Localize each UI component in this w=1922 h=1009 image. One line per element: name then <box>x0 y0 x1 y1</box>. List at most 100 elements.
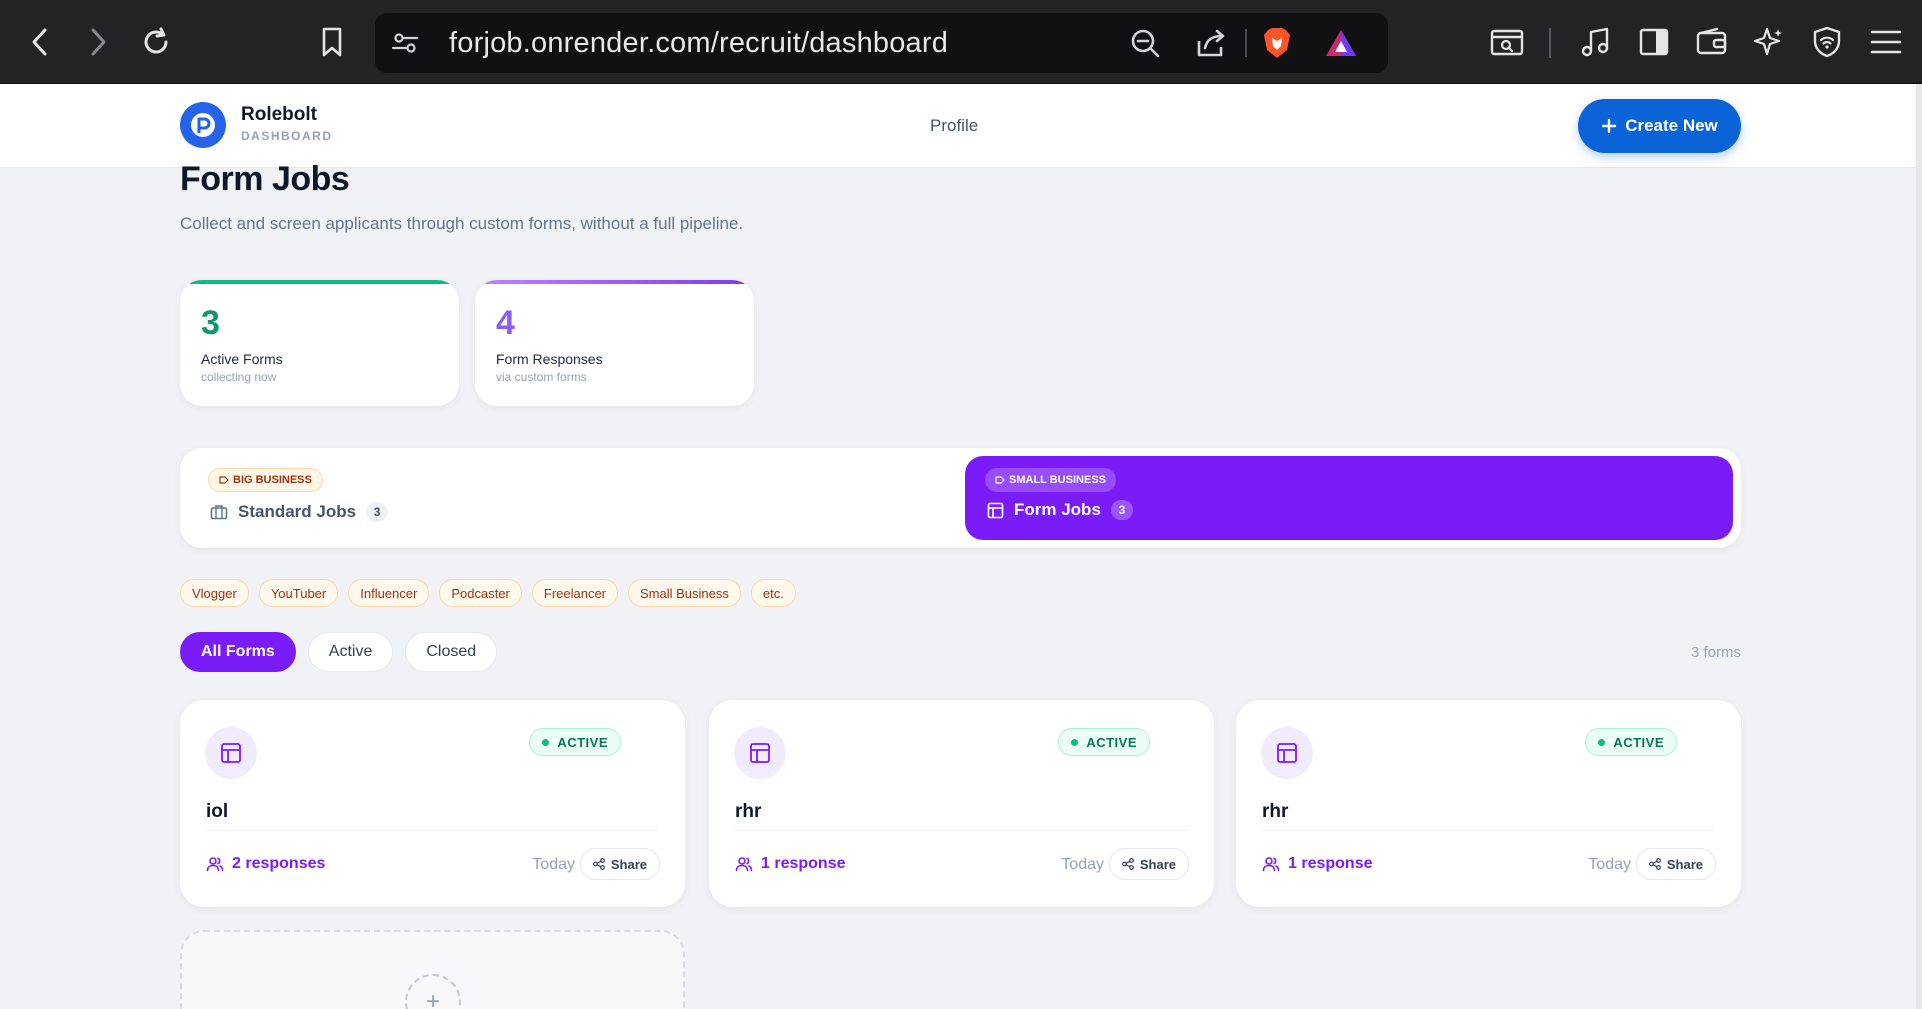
address-bar-divider <box>1245 29 1247 57</box>
app-header: Rolebolt DASHBOARD Profile Create New <box>0 84 1916 168</box>
tag-small-business: Small Business <box>628 579 741 607</box>
tag-vlogger: Vlogger <box>180 579 249 607</box>
share-icon <box>592 858 605 870</box>
stat-value: 3 <box>201 304 220 342</box>
form-icon <box>734 727 786 779</box>
forward-button[interactable] <box>78 22 118 62</box>
new-form-card[interactable]: + <box>180 930 685 1009</box>
bookmark-icon <box>322 27 342 57</box>
wallet-button[interactable] <box>1692 22 1732 62</box>
share-icon <box>1121 858 1134 870</box>
form-date: Today <box>1061 856 1104 873</box>
share-label: Share <box>1666 856 1703 872</box>
form-name[interactable]: rhr <box>1262 801 1288 823</box>
audience-tags: Vlogger YouTuber Influencer Podcaster Fr… <box>180 579 796 607</box>
page-scrollbar[interactable] <box>1916 84 1922 1009</box>
status-label: ACTIVE <box>1086 734 1137 750</box>
browser-toolbar: forjob.onrender.com/recruit/dashboard <box>0 0 1922 84</box>
standard-jobs-count: 3 <box>366 502 389 522</box>
menu-button[interactable] <box>1866 22 1906 62</box>
tab-form-jobs[interactable]: SMALL BUSINESS Form Jobs 3 <box>965 456 1733 540</box>
stat-sub: collecting now <box>201 370 277 384</box>
filter-active[interactable]: Active <box>307 632 394 672</box>
form-jobs-label: Form Jobs <box>1014 500 1101 519</box>
tab-standard-jobs[interactable]: BIG BUSINESS Standard Jobs 3 <box>180 448 960 548</box>
music-note-icon <box>1581 27 1609 57</box>
share-button[interactable]: Share <box>1635 848 1716 880</box>
status-label: ACTIVE <box>1613 734 1664 750</box>
brave-rewards-icon[interactable] <box>1323 25 1359 61</box>
chevron-right-icon <box>91 28 106 56</box>
site-settings-icon[interactable] <box>389 27 421 59</box>
share-label: Share <box>610 856 647 872</box>
tag-icon <box>995 476 1005 484</box>
briefcase-icon <box>210 505 228 520</box>
brave-shields-icon[interactable] <box>1259 25 1295 61</box>
form-jobs-count: 3 <box>1110 500 1133 520</box>
tag-label: SMALL BUSINESS <box>1009 474 1106 486</box>
small-business-tag: SMALL BUSINESS <box>985 468 1116 492</box>
tag-podcaster: Podcaster <box>439 579 522 607</box>
share-page-icon[interactable] <box>1193 25 1229 61</box>
status-badge: ACTIVE <box>529 728 621 756</box>
chevron-left-icon <box>32 28 47 56</box>
form-card[interactable]: ACTIVE rhr 1 response Today Share <box>709 700 1214 907</box>
page-subtitle: Collect and screen applicants through cu… <box>180 214 744 233</box>
media-button[interactable] <box>1576 22 1616 62</box>
responses-link[interactable]: 2 responses <box>206 855 325 873</box>
standard-jobs-label: Standard Jobs <box>238 502 357 521</box>
leo-ai-button[interactable] <box>1749 22 1789 62</box>
form-name[interactable]: iol <box>206 801 228 823</box>
share-label: Share <box>1139 856 1176 872</box>
page-search-button[interactable] <box>1487 22 1527 62</box>
back-button[interactable] <box>20 22 60 62</box>
bookmark-button[interactable] <box>312 22 352 62</box>
responses-label: 2 responses <box>232 855 326 872</box>
card-divider <box>206 830 659 831</box>
forms-count: 3 forms <box>1690 644 1741 661</box>
status-dot <box>1598 738 1606 746</box>
responses-label: 1 response <box>761 855 846 872</box>
filter-closed[interactable]: Closed <box>405 632 498 672</box>
status-dot <box>1071 738 1079 746</box>
stat-sub: via custom forms <box>496 370 587 384</box>
plus-icon <box>1601 118 1617 134</box>
sparkle-icon <box>1753 27 1782 56</box>
responses-link[interactable]: 1 response <box>1262 855 1372 873</box>
create-new-button[interactable]: Create New <box>1578 99 1741 153</box>
card-divider <box>735 830 1188 831</box>
sidebar-icon <box>1639 28 1669 56</box>
brand-subtitle: DASHBOARD <box>241 129 333 143</box>
address-bar[interactable]: forjob.onrender.com/recruit/dashboard <box>375 13 1388 73</box>
zoom-out-icon[interactable] <box>1127 25 1163 61</box>
toolbar-divider <box>1549 28 1551 58</box>
reload-icon <box>144 27 168 54</box>
stat-value: 4 <box>496 304 515 342</box>
vpn-button[interactable] <box>1807 22 1847 62</box>
status-label: ACTIVE <box>557 734 608 750</box>
vpn-shield-icon <box>1813 26 1841 58</box>
responses-label: 1 response <box>1288 855 1373 872</box>
tag-icon <box>219 476 229 484</box>
sidebar-button[interactable] <box>1634 22 1674 62</box>
form-card[interactable]: ACTIVE iol 2 responses Today Share <box>180 700 685 907</box>
form-icon <box>1261 727 1313 779</box>
share-button[interactable]: Share <box>579 848 660 880</box>
form-card[interactable]: ACTIVE rhr 1 response Today Share <box>1236 700 1741 907</box>
stat-card-active-forms: 3 Active Forms collecting now <box>180 280 459 406</box>
wallet-icon <box>1696 27 1727 55</box>
standard-jobs-title: Standard Jobs 3 <box>210 502 389 522</box>
stat-accent-bar <box>180 280 459 284</box>
tag-youtuber: YouTuber <box>258 579 339 607</box>
responses-link[interactable]: 1 response <box>735 855 845 873</box>
filter-all-forms[interactable]: All Forms <box>180 632 296 672</box>
brand-name: Rolebolt <box>241 104 317 125</box>
nav-profile-link[interactable]: Profile <box>930 116 978 136</box>
url-text[interactable]: forjob.onrender.com/recruit/dashboard <box>449 27 948 60</box>
share-button[interactable]: Share <box>1108 848 1189 880</box>
layout-icon <box>987 502 1004 518</box>
form-name[interactable]: rhr <box>735 801 761 823</box>
reload-button[interactable] <box>136 22 176 62</box>
page-search-icon <box>1490 29 1524 56</box>
rolebolt-logo[interactable] <box>180 102 226 148</box>
